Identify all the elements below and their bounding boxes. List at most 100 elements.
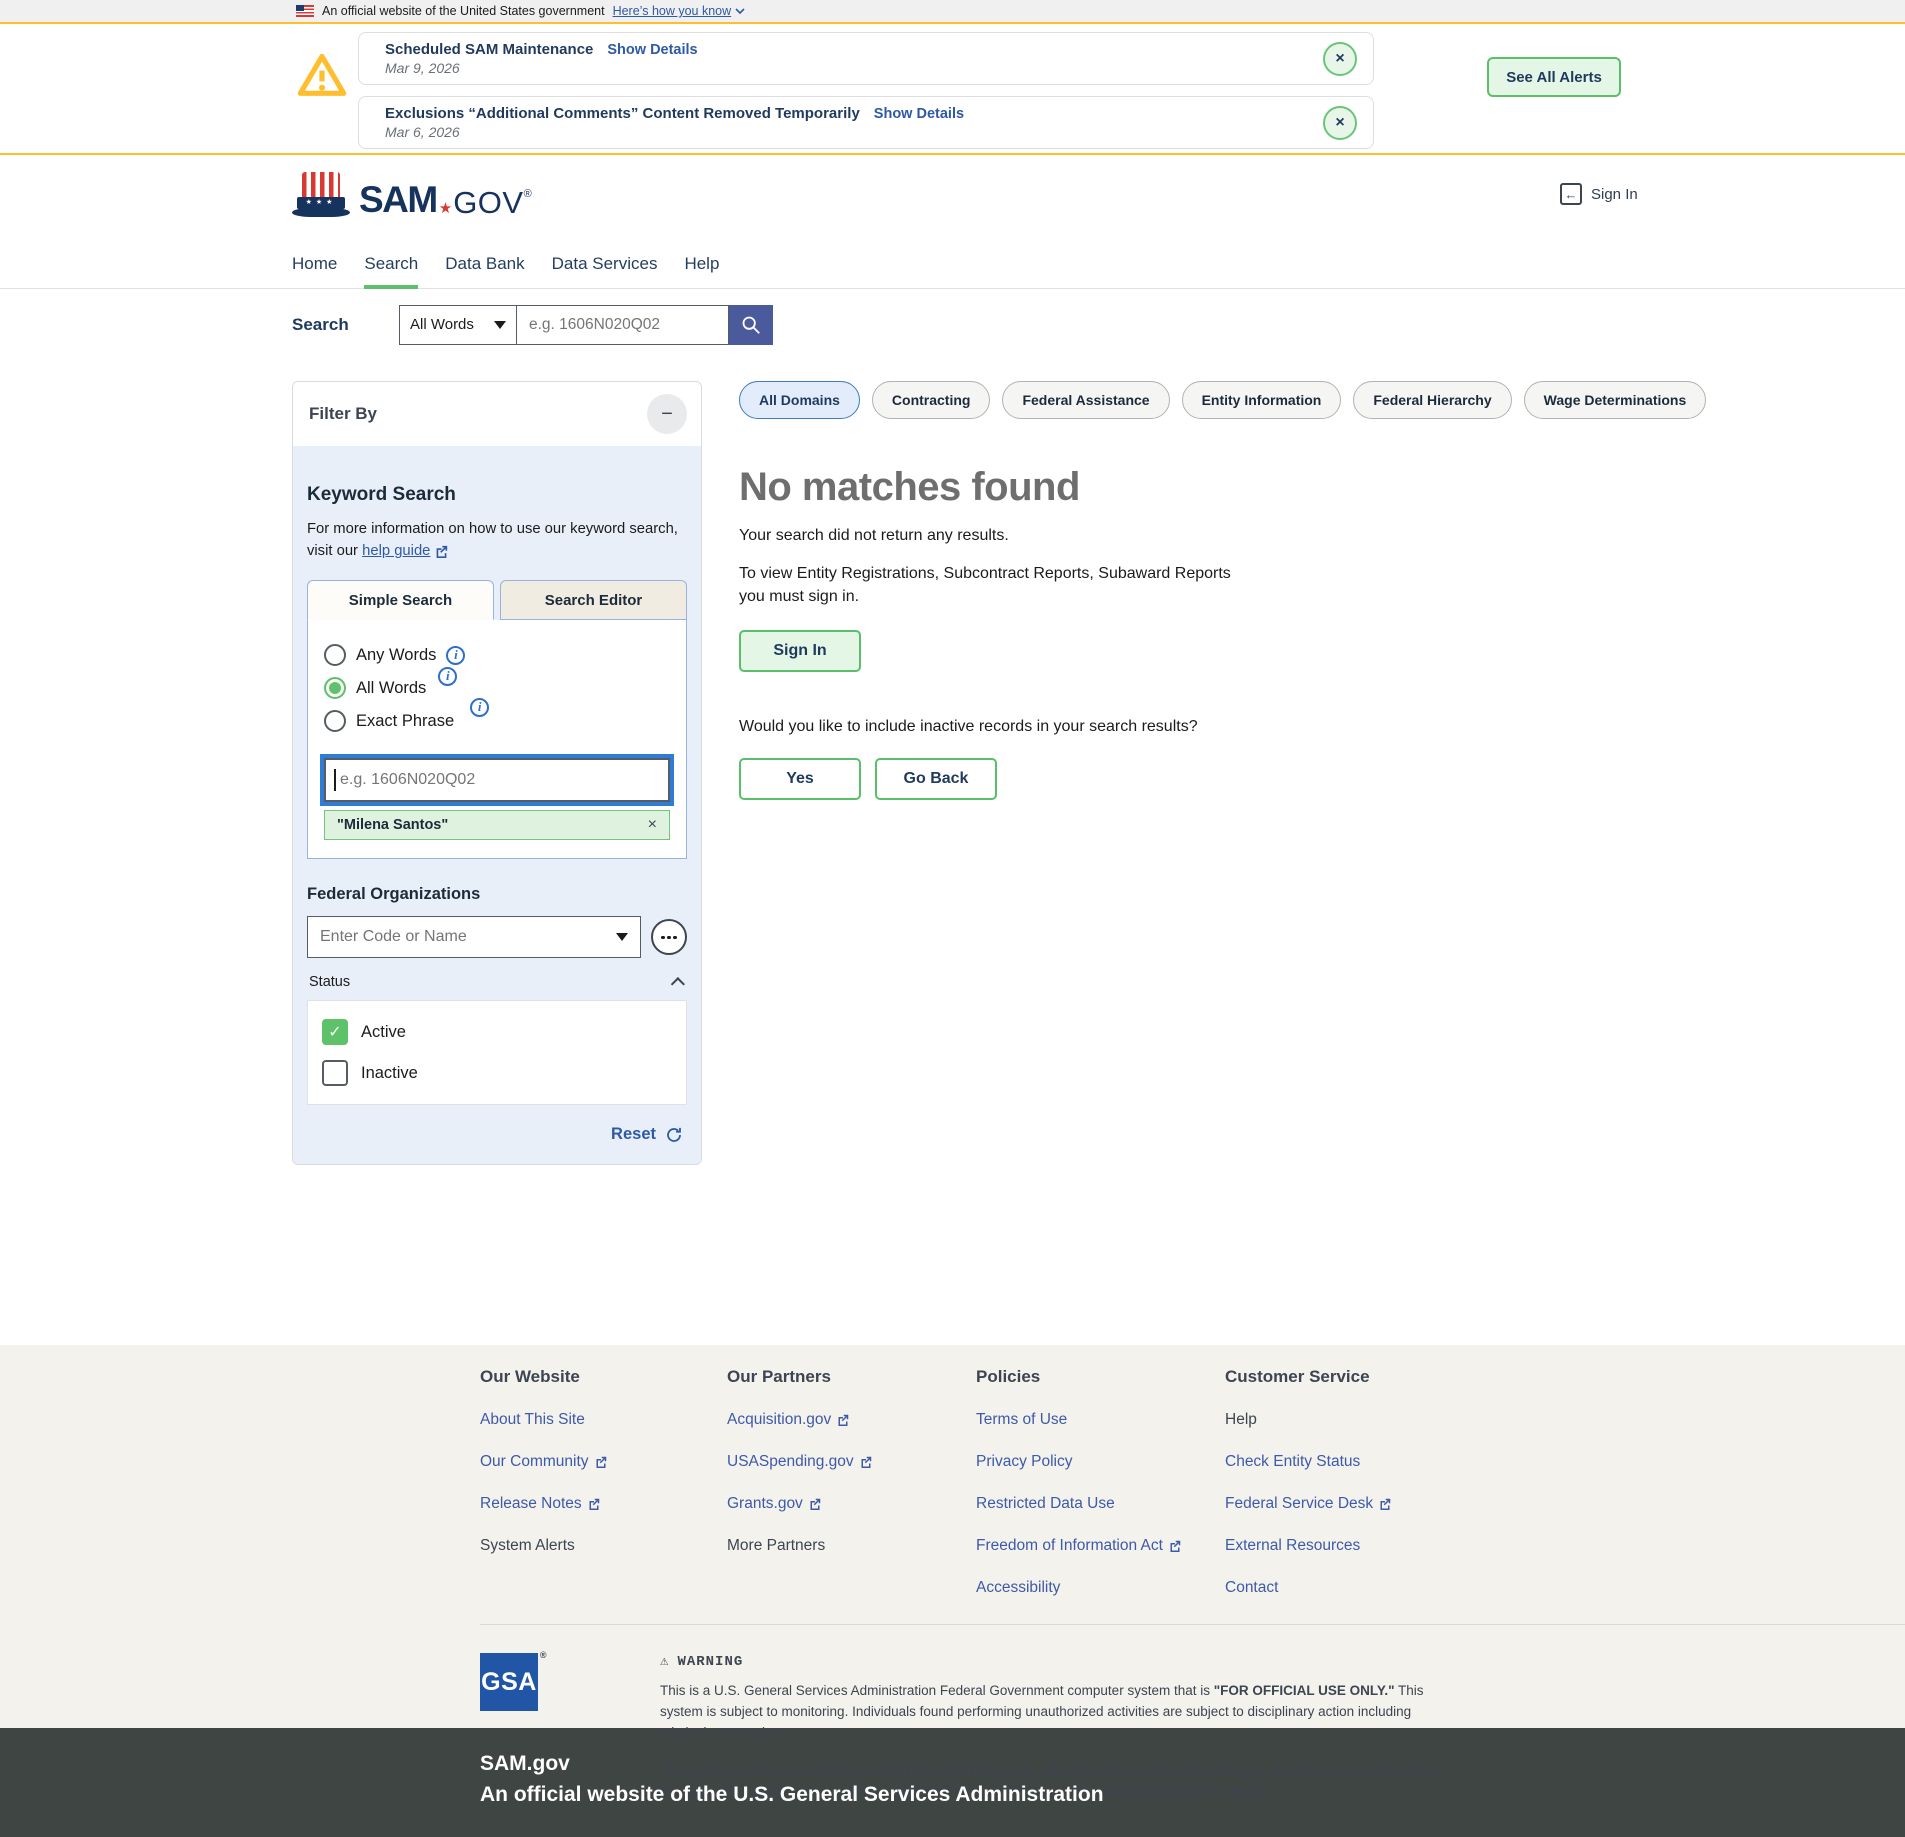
external-link-icon	[809, 1498, 821, 1510]
reset-filters-link[interactable]: Reset	[611, 1125, 656, 1144]
info-icon[interactable]: i	[470, 698, 489, 717]
sign-in-requirement-text: To view Entity Registrations, Subcontrac…	[739, 562, 1244, 608]
nav-item-home[interactable]: Home	[292, 240, 337, 288]
sam-gov-logo[interactable]: ★★★ SAM ★ GOV ®	[292, 172, 532, 218]
footer-link-about-this-site[interactable]: About This Site	[480, 1411, 727, 1429]
checkbox-inactive[interactable]	[322, 1060, 348, 1086]
domain-pills: All Domains Contracting Federal Assistan…	[739, 381, 1605, 419]
uncle-sam-hat-icon: ★★★	[292, 172, 350, 218]
external-link-icon	[588, 1498, 600, 1510]
radio-all-words[interactable]	[324, 677, 346, 699]
footer-link-federal-service-desk[interactable]: Federal Service Desk	[1225, 1495, 1905, 1513]
logo-gov-text: GOV	[453, 187, 523, 218]
footer-link-grants-gov[interactable]: Grants.gov	[727, 1495, 976, 1513]
chevron-up-icon[interactable]	[671, 977, 685, 991]
chip-remove-icon[interactable]: ×	[648, 816, 657, 834]
see-all-alerts-button[interactable]: See All Alerts	[1487, 57, 1621, 97]
sign-in-link[interactable]: ← Sign In	[1560, 183, 1638, 205]
collapse-filters-button[interactable]: −	[647, 394, 687, 434]
show-details-link[interactable]: Show Details	[874, 106, 964, 122]
footer-link-restricted-data-use[interactable]: Restricted Data Use	[976, 1495, 1225, 1513]
footer-link-our-community[interactable]: Our Community	[480, 1453, 727, 1471]
footer-link-check-entity-status[interactable]: Check Entity Status	[1225, 1453, 1905, 1471]
footer-heading: Our Website	[480, 1367, 727, 1387]
search-icon	[740, 314, 762, 336]
domain-pill-wage-determinations[interactable]: Wage Determinations	[1524, 381, 1707, 419]
search-mode-select[interactable]: All Words	[399, 305, 517, 345]
nav-item-data-services[interactable]: Data Services	[552, 240, 658, 288]
select-caret-icon	[494, 321, 506, 329]
footer-link-more-partners[interactable]: More Partners	[727, 1537, 976, 1555]
footer-link-help[interactable]: Help	[1225, 1411, 1905, 1429]
warning-heading: WARNING	[677, 1654, 743, 1670]
site-footer: Our Website About This Site Our Communit…	[0, 1345, 1905, 1728]
federal-orgs-select[interactable]: Enter Code or Name	[307, 916, 641, 958]
external-link-icon	[435, 545, 448, 558]
help-guide-link[interactable]: help guide	[362, 540, 448, 562]
warning-paragraph-1: This is a U.S. General Services Administ…	[660, 1681, 1460, 1744]
footer-col-policies: Policies Terms of Use Privacy Policy Res…	[976, 1367, 1225, 1597]
search-results: All Domains Contracting Federal Assistan…	[739, 381, 1605, 800]
nav-item-search[interactable]: Search	[364, 240, 418, 288]
radio-label: Exact Phrase	[356, 712, 454, 731]
go-back-button[interactable]: Go Back	[875, 758, 997, 800]
select-caret-icon	[616, 933, 628, 941]
gov-banner-text: An official website of the United States…	[322, 4, 605, 18]
gov-banner: An official website of the United States…	[0, 0, 1905, 24]
gsa-logo: GSA ®	[480, 1653, 538, 1711]
logo-star-icon: ★	[439, 201, 452, 216]
footer-link-contact[interactable]: Contact	[1225, 1579, 1905, 1597]
alert-title: Scheduled SAM Maintenance	[385, 41, 593, 58]
footer-heading: Our Partners	[727, 1367, 976, 1387]
footer-link-release-notes[interactable]: Release Notes	[480, 1495, 727, 1513]
search-submit-button[interactable]	[729, 305, 773, 345]
domain-pill-federal-assistance[interactable]: Federal Assistance	[1002, 381, 1169, 419]
domain-pill-federal-hierarchy[interactable]: Federal Hierarchy	[1353, 381, 1511, 419]
footer-link-acquisition-gov[interactable]: Acquisition.gov	[727, 1411, 976, 1429]
tab-simple-search[interactable]: Simple Search	[307, 580, 494, 620]
footer-link-foia[interactable]: Freedom of Information Act	[976, 1537, 1225, 1555]
search-bar: Search All Words	[0, 289, 1905, 360]
logo-registered-mark: ®	[524, 188, 532, 200]
domain-pill-all-domains[interactable]: All Domains	[739, 381, 860, 419]
footer-link-privacy-policy[interactable]: Privacy Policy	[976, 1453, 1225, 1471]
nav-item-help[interactable]: Help	[684, 240, 719, 288]
checkbox-label: Active	[361, 1023, 406, 1042]
alert-close-button[interactable]: ×	[1323, 42, 1357, 76]
no-results-text: Your search did not return any results.	[739, 527, 1605, 545]
info-icon[interactable]: i	[438, 667, 457, 686]
search-input[interactable]	[516, 305, 729, 345]
radio-exact-phrase[interactable]	[324, 710, 346, 732]
footer-link-terms-of-use[interactable]: Terms of Use	[976, 1411, 1225, 1429]
keyword-tabs: Simple Search Search Editor	[307, 580, 687, 620]
external-link-icon	[1379, 1498, 1391, 1510]
footer-heading: Policies	[976, 1367, 1225, 1387]
radio-label: Any Words	[356, 646, 436, 665]
yes-button[interactable]: Yes	[739, 758, 861, 800]
footer-link-external-resources[interactable]: External Resources	[1225, 1537, 1905, 1555]
chevron-down-icon	[735, 8, 745, 15]
keyword-input[interactable]	[324, 758, 670, 802]
tab-search-editor[interactable]: Search Editor	[500, 580, 687, 620]
domain-pill-entity-information[interactable]: Entity Information	[1182, 381, 1342, 419]
show-details-link[interactable]: Show Details	[607, 42, 697, 58]
more-options-button[interactable]	[651, 919, 687, 955]
alert-date: Mar 9, 2026	[385, 60, 1373, 76]
alert-card-exclusions: Exclusions “Additional Comments” Content…	[358, 96, 1374, 149]
footer-link-accessibility[interactable]: Accessibility	[976, 1579, 1225, 1597]
nav-item-data-bank[interactable]: Data Bank	[445, 240, 524, 288]
domain-pill-contracting[interactable]: Contracting	[872, 381, 991, 419]
footer-link-system-alerts[interactable]: System Alerts	[480, 1537, 727, 1555]
checkbox-active[interactable]: ✓	[322, 1019, 348, 1045]
warning-triangle-icon	[296, 50, 348, 102]
alert-close-button[interactable]: ×	[1323, 106, 1357, 140]
alert-date: Mar 6, 2026	[385, 124, 1373, 140]
keyword-chip: "Milena Santos" ×	[324, 810, 670, 840]
info-icon[interactable]: i	[446, 646, 465, 665]
alert-title: Exclusions “Additional Comments” Content…	[385, 105, 860, 122]
sign-in-button[interactable]: Sign In	[739, 630, 861, 672]
radio-any-words[interactable]	[324, 644, 346, 666]
footer-link-usaspending-gov[interactable]: USASpending.gov	[727, 1453, 976, 1471]
search-label: Search	[292, 315, 399, 335]
how-you-know-link[interactable]: Here’s how you know	[613, 4, 746, 18]
